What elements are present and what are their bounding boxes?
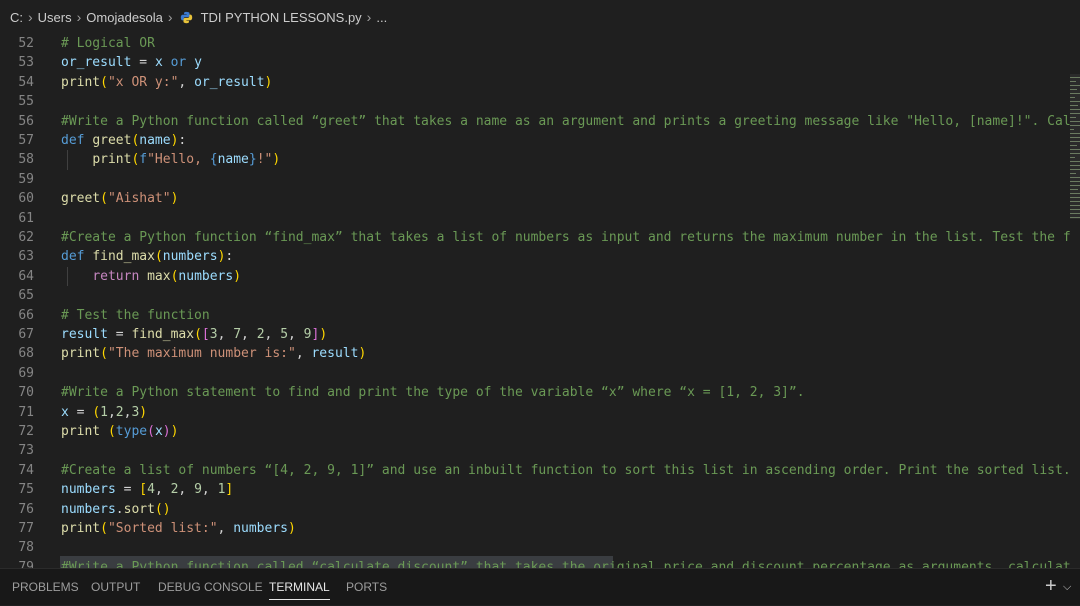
code-line: 55 — [18, 94, 34, 110]
code-line: 53 or_result = x or y — [18, 55, 202, 71]
code-line: 65 — [18, 288, 34, 304]
breadcrumb-more[interactable]: ... — [376, 10, 387, 25]
chevron-right-icon: › — [76, 9, 82, 25]
code-line: 76 numbers.sort() — [18, 501, 171, 517]
bottom-panel: PROBLEMS OUTPUT DEBUG CONSOLE TERMINAL P… — [0, 568, 1080, 605]
code-editor[interactable]: 52 # Logical OR 53 or_result = x or y 54 pr… — [0, 34, 1080, 568]
code-line: 52 # Logical OR — [18, 36, 155, 51]
code-line: 69 — [18, 365, 34, 381]
code-line: 61 — [18, 210, 34, 226]
chevron-right-icon: › — [366, 9, 372, 25]
breadcrumb-users[interactable]: Users — [38, 10, 72, 25]
code-line: 54 print("x OR y:", or_result) — [18, 74, 273, 90]
code-line: 67 result = find_max([3, 7, 2, 5, 9]) — [18, 327, 328, 342]
chevron-right-icon: › — [28, 9, 33, 25]
chevron-down-icon[interactable]: ⌵ — [1063, 569, 1071, 605]
chevron-right-icon: › — [167, 9, 173, 25]
code-line: 71 x = (1,2,3) — [18, 404, 148, 420]
code-line: 72 print (type(x)) — [18, 424, 179, 439]
code-line: 66 # Test the function — [18, 307, 210, 323]
tab-terminal[interactable]: TERMINAL — [269, 569, 330, 605]
code-line: 73 — [18, 443, 34, 459]
code-line: 58 print(f"Hello, {name}!") — [0, 150, 1080, 170]
code-line: 78 — [18, 540, 34, 556]
code-line: 59 — [18, 171, 34, 187]
code-line: 64 return max(numbers) — [0, 266, 1080, 287]
code-line: 63 def find_max(numbers): — [18, 249, 234, 265]
plus-icon[interactable]: + — [1045, 569, 1057, 605]
code-line: 74 #Create a list of numbers “[4, 2, 9, 1… — [18, 462, 1071, 478]
code-line: 68 print("The maximum number is:", result… — [18, 346, 367, 362]
code-line: 56 #Write a Python function called “greet… — [18, 113, 1079, 129]
breadcrumb-file[interactable]: TDI PYTHON LESSONS.py — [201, 10, 362, 25]
code-line: 77 print("Sorted list:", numbers) — [18, 521, 296, 536]
code-line: 60 greet("Aishat") — [18, 191, 179, 207]
tab-debug-console[interactable]: DEBUG CONSOLE — [158, 569, 263, 605]
tab-problems[interactable]: PROBLEMS — [12, 569, 79, 605]
code-line: 57 def greet(name): — [18, 133, 187, 148]
minimap[interactable] — [1070, 74, 1080, 219]
code-line: 62 #Create a Python function “find_max” t… — [18, 230, 1071, 245]
code-line: 79 #Write a Python function called “calcu… — [18, 559, 1071, 568]
breadcrumb-user-folder[interactable]: Omojadesola — [86, 10, 163, 25]
tab-ports[interactable]: PORTS — [346, 569, 387, 605]
code-line: 75 numbers = [4, 2, 9, 1] — [18, 482, 234, 498]
breadcrumb-drive[interactable]: C: — [10, 10, 23, 25]
breadcrumb: C: › Users › Omojadesola › TDI PYTHON LE… — [0, 0, 1080, 34]
tab-output[interactable]: OUTPUT — [91, 569, 140, 605]
python-file-icon — [180, 11, 192, 23]
code-line: 70 #Write a Python statement to find and … — [18, 385, 805, 401]
